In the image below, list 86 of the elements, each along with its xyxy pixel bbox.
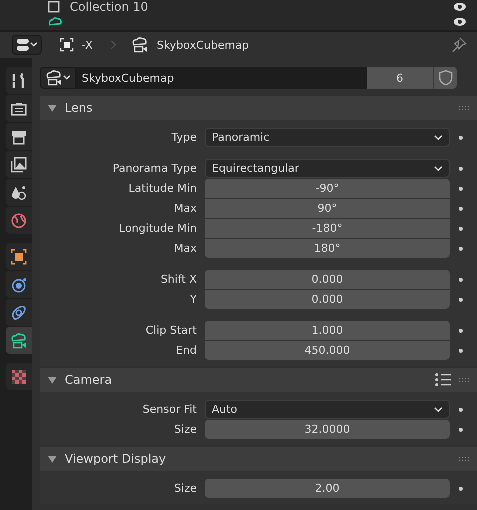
panel-header[interactable]: Camera	[40, 368, 477, 392]
number-field[interactable]: 0.000	[205, 270, 450, 289]
property-label: Size	[173, 423, 198, 436]
property-label: Sensor Fit	[142, 403, 198, 416]
keyframe-dot-icon[interactable]	[459, 206, 463, 210]
properties-tab[interactable]	[6, 363, 32, 390]
drag-handle-icon[interactable]	[459, 106, 471, 110]
panel-header[interactable]: Lens	[40, 96, 477, 120]
camera-data-selector[interactable]	[40, 67, 76, 89]
shield-icon	[438, 70, 452, 86]
property-label: Size	[173, 482, 198, 495]
camera-back-icon	[11, 100, 27, 116]
properties-tab[interactable]	[6, 67, 32, 94]
properties-tab[interactable]	[6, 299, 32, 326]
property-label: End	[175, 344, 198, 357]
fake-user-button[interactable]	[433, 67, 457, 89]
properties-tab[interactable]	[6, 95, 32, 122]
dropdown[interactable]: Auto	[205, 400, 450, 419]
number-field[interactable]: 450.000	[205, 341, 450, 360]
panel-title: Camera	[65, 373, 112, 387]
property-label: Longitude Min	[118, 222, 198, 235]
properties-tab[interactable]	[6, 327, 32, 354]
keyframe-dot-icon[interactable]	[459, 348, 463, 352]
collection-icon	[48, 1, 60, 13]
eye-icon[interactable]	[453, 2, 467, 12]
keyframe-dot-icon[interactable]	[459, 298, 463, 302]
pin-icon[interactable]	[451, 37, 467, 53]
property-label: Type	[170, 131, 198, 144]
property-label: Max	[173, 202, 198, 215]
orbit-icon	[11, 276, 27, 292]
properties-tab[interactable]	[6, 243, 32, 270]
property-label: Max	[173, 242, 198, 255]
dropdown[interactable]: Equirectangular	[205, 159, 450, 178]
camera-data-name[interactable]: SkyboxCubemap	[156, 38, 250, 52]
number-field[interactable]: -180°	[205, 219, 450, 238]
property-label: Clip Start	[144, 324, 198, 337]
collection-name[interactable]: Collection 10	[70, 0, 148, 14]
number-field[interactable]: 0.000	[205, 290, 450, 309]
number-field[interactable]: 1.000	[205, 321, 450, 340]
chevron-down-icon	[434, 134, 443, 140]
keyframe-dot-icon[interactable]	[459, 166, 463, 170]
chevron-down-icon	[434, 406, 443, 412]
keyframe-dot-icon[interactable]	[459, 408, 463, 412]
keyframe-dot-icon[interactable]	[459, 226, 463, 230]
editor-type-button[interactable]	[12, 35, 42, 55]
panel-title: Lens	[65, 101, 93, 115]
globe-icon	[11, 212, 27, 228]
keyframe-dot-icon[interactable]	[459, 486, 463, 490]
property-label: Latitude Min	[128, 182, 198, 195]
square-icon	[11, 248, 27, 264]
keyframe-dot-icon[interactable]	[459, 246, 463, 250]
datablock-name-field[interactable]: SkyboxCubemap	[76, 67, 367, 89]
printer-icon	[11, 128, 27, 144]
drops-icon	[11, 184, 27, 200]
keyframe-dot-icon[interactable]	[459, 278, 463, 282]
number-field[interactable]: 180°	[205, 239, 450, 258]
object-icon	[60, 38, 74, 52]
panel-header[interactable]: Viewport Display	[40, 447, 477, 471]
keyframe-dot-icon[interactable]	[459, 428, 463, 432]
properties-tab[interactable]	[6, 151, 32, 178]
drag-handle-icon[interactable]	[459, 456, 471, 462]
panel-title: Viewport Display	[65, 452, 166, 466]
drag-handle-icon[interactable]	[459, 378, 471, 382]
number-field[interactable]: 90°	[205, 199, 450, 218]
keyframe-dot-icon[interactable]	[459, 328, 463, 332]
number-field[interactable]: 2.00	[205, 479, 450, 498]
keyframe-dot-icon[interactable]	[459, 186, 463, 190]
property-label: Panorama Type	[112, 162, 198, 175]
properties-tab[interactable]	[6, 271, 32, 298]
eye-icon[interactable]	[453, 16, 467, 26]
property-label: Shift X	[160, 273, 198, 286]
chevron-down-icon	[434, 166, 443, 172]
property-label: Y	[189, 293, 198, 306]
checker-icon	[11, 368, 27, 384]
user-count[interactable]: 6	[367, 67, 433, 89]
dropdown[interactable]: Panoramic	[205, 128, 450, 147]
keyframe-dot-icon[interactable]	[459, 136, 463, 140]
toggle-icon	[16, 38, 38, 52]
object-name[interactable]: -X	[82, 38, 93, 52]
properties-tab[interactable]	[6, 123, 32, 150]
number-field[interactable]: 32.0000	[205, 420, 450, 439]
images-icon	[11, 156, 27, 172]
number-field[interactable]: -90°	[205, 179, 450, 198]
presets-list-icon[interactable]	[435, 373, 451, 387]
properties-tab[interactable]	[6, 207, 32, 234]
properties-tab[interactable]	[6, 179, 32, 206]
